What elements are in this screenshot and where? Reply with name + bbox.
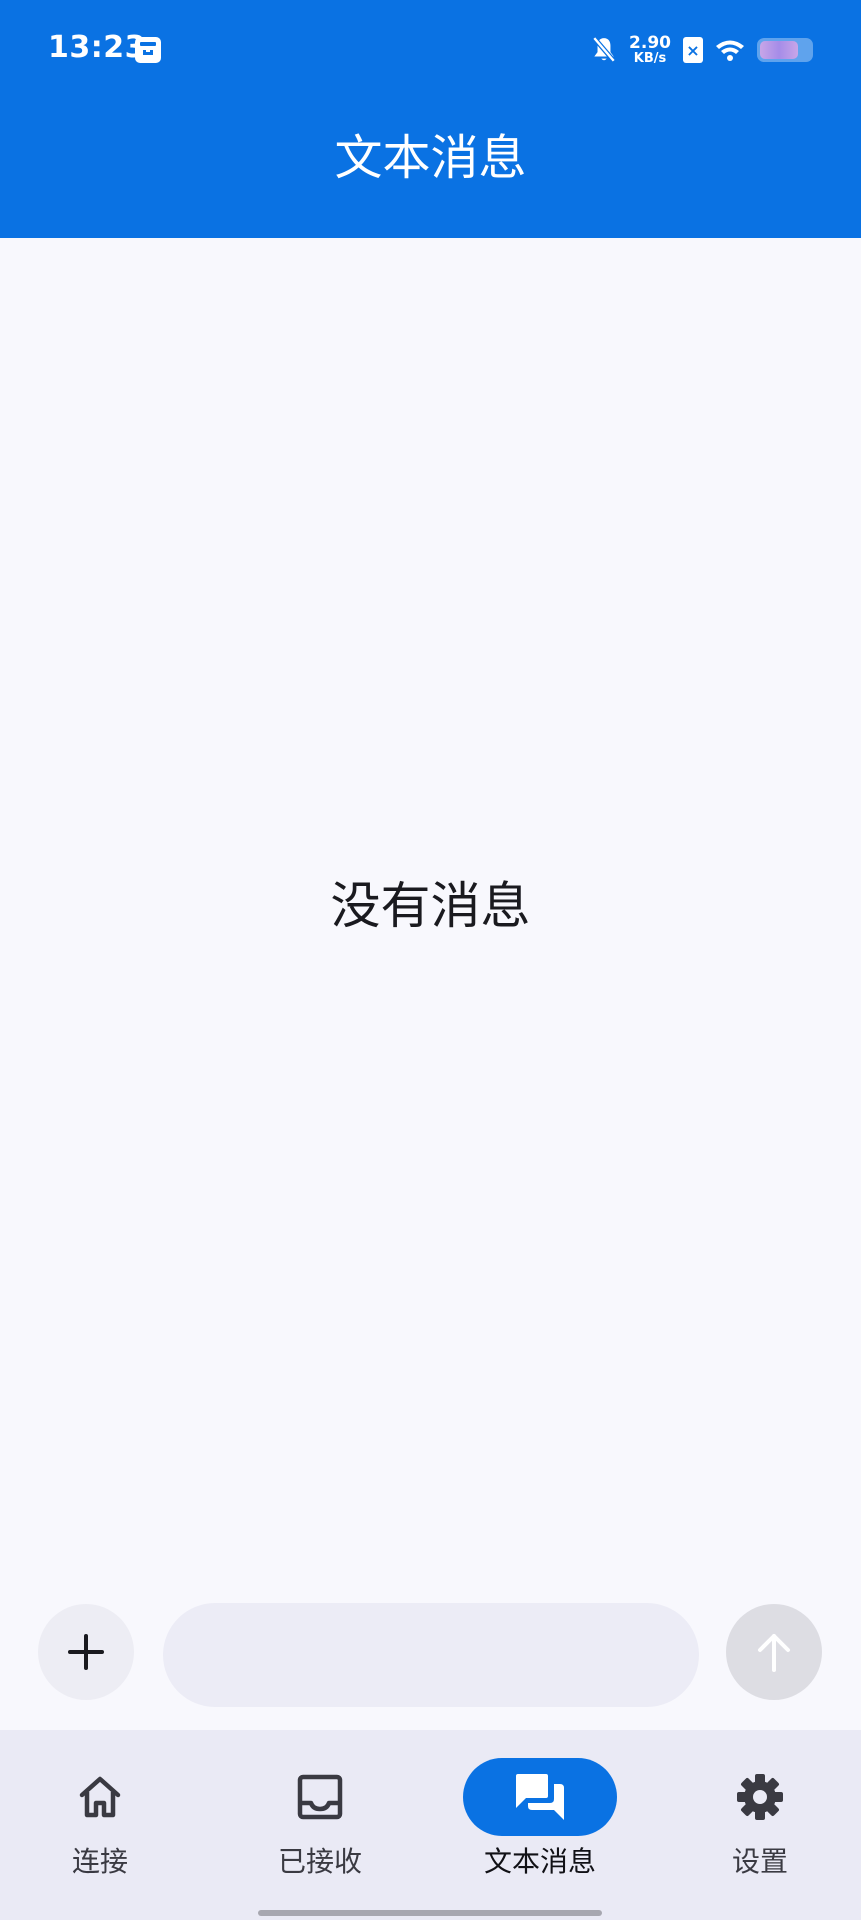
app-header: 13:23 2.90 KB/s × 文本消息 [0, 0, 861, 238]
nav-label-received: 已接收 [277, 1845, 362, 1878]
chat-icon [516, 1774, 564, 1820]
page-title: 文本消息 [334, 130, 527, 186]
home-indicator[interactable] [258, 1910, 602, 1916]
arrow-up-icon [758, 1634, 790, 1672]
nav-item-settings[interactable]: 设置 [660, 1758, 860, 1888]
message-composer [0, 1600, 861, 1710]
wifi-icon [716, 40, 744, 61]
network-speed-unit: KB/s [633, 51, 667, 66]
nav-pill-settings [683, 1758, 837, 1836]
nav-pill-received [243, 1758, 397, 1836]
message-input[interactable] [163, 1603, 699, 1707]
battery-level [760, 41, 798, 59]
sim-status-icon: × [683, 37, 703, 63]
nav-label-settings: 设置 [731, 1845, 788, 1878]
status-time: 13:23 [48, 30, 146, 65]
nav-item-connect[interactable]: 连接 [0, 1758, 200, 1888]
battery-icon [757, 38, 813, 62]
nav-pill-messages-active [463, 1758, 617, 1836]
network-speed: 2.90 KB/s [629, 33, 671, 66]
notification-app-icon [135, 37, 161, 63]
gear-icon [737, 1774, 783, 1820]
status-bar: 13:23 2.90 KB/s × [0, 0, 861, 100]
nav-label-messages: 文本消息 [483, 1845, 596, 1878]
empty-state-text: 没有消息 [330, 877, 531, 935]
nav-item-received[interactable]: 已接收 [220, 1758, 420, 1888]
bell-off-icon [592, 36, 616, 63]
plus-icon [68, 1634, 104, 1670]
send-button[interactable] [726, 1604, 822, 1700]
home-icon [79, 1776, 121, 1818]
add-attachment-button[interactable] [38, 1604, 134, 1700]
nav-pill-connect [23, 1758, 177, 1836]
nav-label-connect: 连接 [71, 1845, 128, 1878]
network-speed-value: 2.90 [629, 33, 671, 53]
nav-item-messages[interactable]: 文本消息 [440, 1758, 640, 1888]
inbox-icon [297, 1774, 343, 1820]
status-icons: 2.90 KB/s × [591, 30, 813, 70]
bottom-navigation: 连接 已接收 文本消息 设置 [0, 1730, 861, 1920]
